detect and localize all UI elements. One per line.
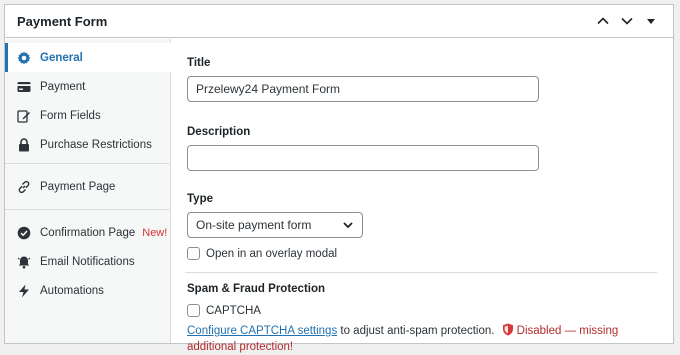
sidebar-item-confirmation-page[interactable]: Confirmation Page New! [5,218,170,247]
spam-protection-label: Spam & Fraud Protection [187,283,326,295]
description-input[interactable] [187,145,539,171]
captcha-label: CAPTCHA [206,304,261,317]
sidebar-item-purchase-restrictions[interactable]: Purchase Restrictions [5,130,170,159]
toggle-panel-button[interactable] [641,11,661,31]
nav-group-page: Payment Page [5,164,170,210]
payment-form-panel: Payment Form General Payment Form Fields… [4,4,674,353]
overlay-label: Open in an overlay modal [206,247,338,260]
check-circle-icon [17,226,31,240]
sidebar-item-form-fields[interactable]: Form Fields [5,101,170,130]
nav-group-main: General Payment Form Fields Purchase Res… [5,39,171,164]
sidebar-item-label: Confirmation Page [40,226,136,239]
bolt-icon [17,284,31,298]
new-badge: New! [142,226,168,239]
panel-header: Payment Form [5,5,673,38]
sidebar-item-automations[interactable]: Automations [5,276,170,305]
edit-icon [17,109,31,123]
gear-icon [17,50,31,65]
captcha-option[interactable]: CAPTCHA [187,304,657,317]
captcha-help-text: to adjust anti-spam protection. [337,325,495,337]
title-input[interactable] [187,76,539,102]
credit-card-icon [17,80,31,94]
move-down-button[interactable] [617,11,637,31]
description-label: Description [187,126,251,138]
sidebar-item-label: General [40,51,83,64]
title-label: Title [187,57,211,69]
type-select-value: On-site payment form [196,218,312,232]
panel-title: Payment Form [17,13,108,29]
overlay-checkbox[interactable] [187,247,200,260]
sidebar-item-payment[interactable]: Payment [5,72,170,101]
captcha-checkbox[interactable] [187,304,200,317]
caret-down-icon [647,19,655,24]
section-divider [185,272,657,273]
type-label: Type [187,193,213,205]
configure-captcha-link[interactable]: Configure CAPTCHA settings [187,325,337,337]
sidebar-item-label: Payment Page [40,180,116,193]
chevron-up-icon [597,17,609,25]
link-icon [17,180,31,194]
chevron-down-icon [621,17,633,25]
move-up-button[interactable] [593,11,613,31]
sidebar-item-label: Purchase Restrictions [40,138,152,151]
overlay-option[interactable]: Open in an overlay modal [187,247,657,260]
sidebar-item-label: Form Fields [40,109,101,122]
captcha-help: Configure CAPTCHA settings to adjust ant… [187,323,657,355]
chevron-down-icon [343,222,353,229]
general-settings: Title Description Type On-site payment f… [171,39,673,353]
settings-sidebar: General Payment Form Fields Purchase Res… [5,39,171,343]
lock-icon [17,137,31,152]
panel-controls [593,11,661,31]
type-select[interactable]: On-site payment form [187,212,363,238]
sidebar-item-email-notifications[interactable]: Email Notifications [5,247,170,276]
sidebar-item-general[interactable]: General [5,43,171,72]
sidebar-item-label: Email Notifications [40,255,135,268]
sidebar-item-payment-page[interactable]: Payment Page [5,172,170,201]
shield-warning-icon [502,323,513,336]
nav-group-after: Confirmation Page New! Email Notificatio… [5,210,170,309]
sidebar-item-label: Payment [40,80,86,93]
bell-icon [17,255,31,269]
sidebar-item-label: Automations [40,284,104,297]
